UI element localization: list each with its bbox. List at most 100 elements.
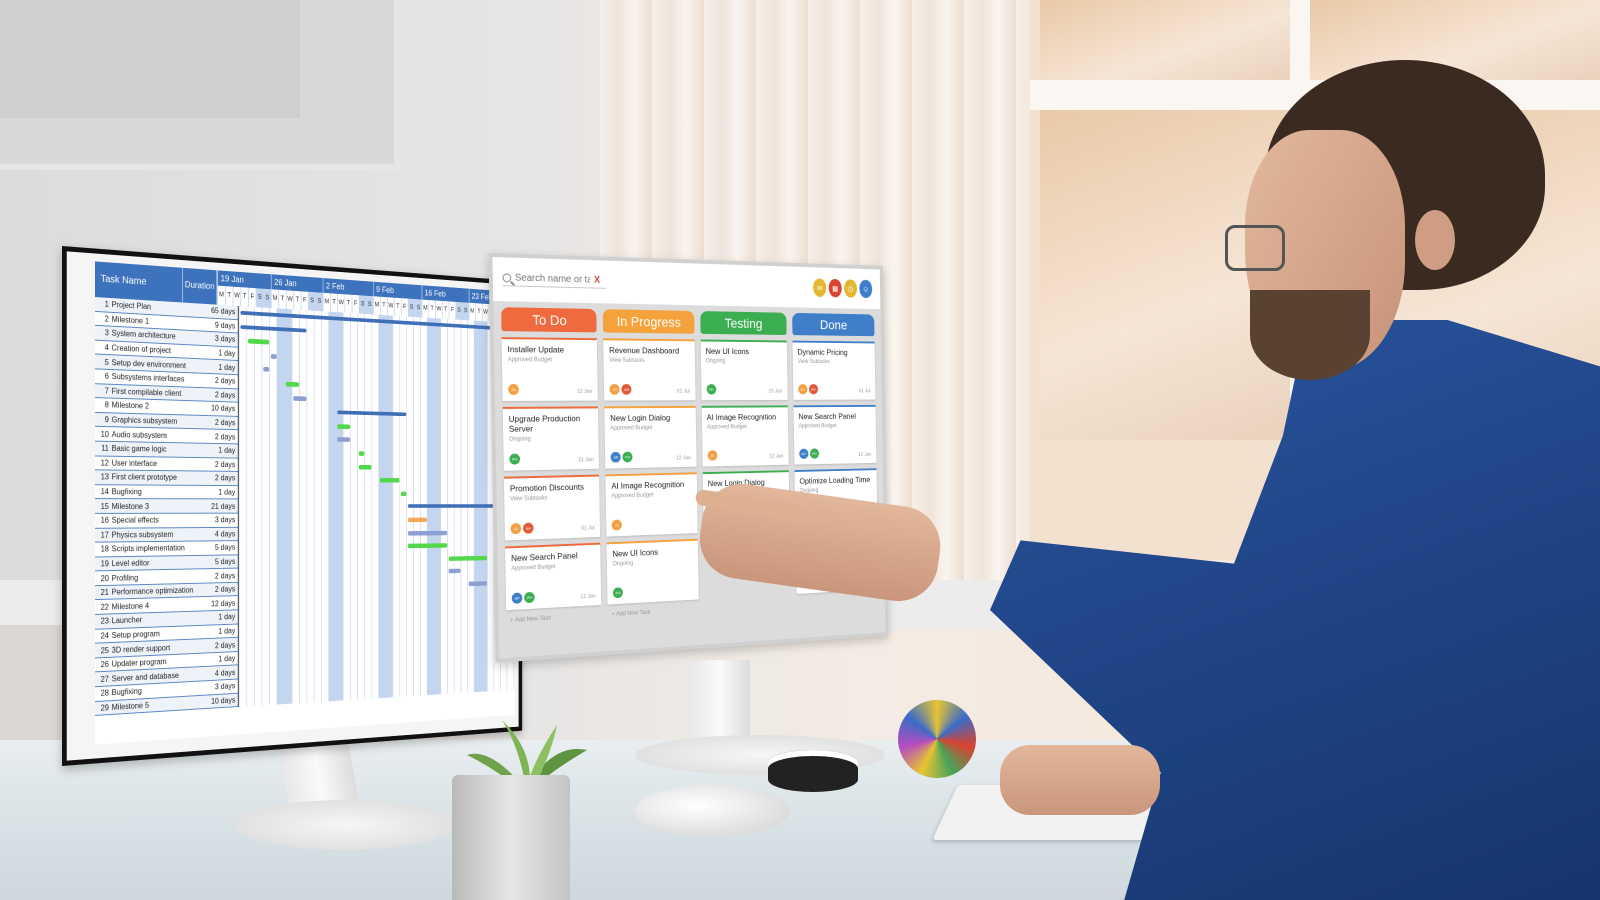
duration-header[interactable]: Duration [183,267,218,305]
avatar[interactable]: PH [622,451,633,463]
card-subtitle[interactable]: Approved Budget [508,357,592,363]
card-subtitle[interactable]: Ongoing [706,359,782,365]
gantt-bar-green[interactable] [448,555,487,561]
task-card[interactable]: New Search Panel Approved Budget AP PH 12 Ja… [505,542,602,611]
task-card[interactable]: New UI Icons Ongoing PH [606,538,699,605]
day-label: M [322,292,330,312]
card-title: New UI Icons [612,547,659,559]
gantt-bar-blue[interactable] [407,530,448,536]
card-assignees: JD AH [797,384,818,395]
gantt-chart: Task Name Duration 19 Jan 26 Jan 2 Feb 9 Fe… [94,261,515,745]
gantt-bar-green[interactable] [248,338,270,345]
card-subtitle[interactable]: Approved Budget [799,423,871,429]
card-subtitle[interactable]: Approved Budget [707,424,783,430]
chat-icon[interactable]: ✉ [813,278,827,298]
search-input[interactable] [514,272,591,286]
avatar[interactable]: PH [613,587,624,599]
avatar[interactable]: PH [706,384,716,395]
task-name: Graphics subsystem [111,415,178,426]
avatar[interactable]: PH [524,591,535,604]
gantt-bar-blue[interactable] [263,367,270,373]
gantt-bar-blue[interactable] [448,568,461,574]
task-list: 1 Project Plan 65 days 2 Milestone 19 days 3 S… [94,297,238,717]
gantt-bar-blue[interactable] [337,437,351,443]
gantt-bar-blue[interactable] [468,581,487,587]
calendar-icon[interactable]: ▦ [828,278,842,298]
avatar[interactable]: JD [797,384,808,395]
column-header-done[interactable]: Done [791,312,875,337]
task-row[interactable]: 12 User interface 2 days [94,456,238,472]
avatar[interactable]: JD [508,383,519,395]
gantt-bar-blue[interactable] [270,353,277,359]
task-card[interactable]: AI Image Recognition Approved Budget JD [605,472,698,537]
day-label: T [293,290,301,310]
avatar[interactable]: PH [809,448,819,459]
task-number: 7 [104,386,109,396]
avatar[interactable]: JD [611,519,623,531]
gantt-bar-summary[interactable] [407,504,501,509]
avatar[interactable]: AH [522,522,534,534]
day-label: T [441,300,449,320]
day-label: M [372,296,380,315]
clock-icon[interactable]: ◷ [843,279,858,298]
task-row[interactable]: 14 Bugfixing 1 day [94,484,238,500]
task-card[interactable]: Installer Update Approved Budget JD 12 Jan [501,337,599,401]
gantt-bar-green[interactable] [285,381,300,387]
task-name: Milestone 4 [111,601,150,612]
avatar[interactable]: AP [610,451,621,463]
task-row[interactable]: 15 Milestone 3 21 days [94,499,238,514]
gantt-bar-green[interactable] [379,478,400,483]
gantt-bar-orange[interactable] [407,517,427,523]
task-card[interactable]: New Search Panel Approved Budget AP PH 12 Ja… [793,404,877,465]
task-card[interactable]: Dynamic Pricing View Subtasks JD AH 01 Jul [792,340,876,400]
avatar[interactable]: AP [799,448,809,459]
gantt-bar-green[interactable] [337,424,351,429]
task-number: 23 [100,616,109,626]
task-duration: 10 days [211,404,236,414]
task-card[interactable]: New UI Icons Ongoing PH 15 Jan [700,339,788,401]
avatar[interactable]: JD [707,450,717,461]
card-subtitle[interactable]: Ongoing [613,558,693,568]
task-row[interactable]: 16 Special effects 3 days [94,513,238,529]
task-duration: 2 days [214,584,236,595]
card-subtitle[interactable]: View Subtasks [798,359,871,365]
card-subtitle[interactable]: View Subtasks [609,358,689,364]
avatar[interactable]: AP [511,592,523,604]
task-card[interactable]: AI Image Recognition Approved Budget JD 12 … [701,405,789,467]
clear-search-icon[interactable]: X [594,275,600,286]
column-header-todo[interactable]: To Do [501,307,597,333]
card-title: Revenue Dashboard [609,345,680,356]
avatar[interactable]: JD [609,384,620,395]
task-name-header[interactable]: Task Name [94,261,184,303]
task-name: Milestone 3 [111,501,150,511]
card-title: Upgrade Production Server [508,413,581,434]
task-card[interactable]: Revenue Dashboard View Subtasks JD AH 01 Jul [603,338,696,401]
column-header-in_progress[interactable]: In Progress [602,309,695,334]
user-icon[interactable]: ☺ [859,279,873,299]
gantt-bar-green[interactable] [358,451,365,456]
card-subtitle[interactable]: Approved Budget [610,425,690,431]
avatar[interactable]: JD [510,523,522,535]
day-label: T [329,293,338,313]
add-task-link[interactable]: + Add New Task [608,605,699,620]
avatar[interactable]: AH [808,384,818,395]
task-card[interactable]: Promotion Discounts View Subtasks JD AH 01 J… [503,474,601,541]
gantt-bar-green[interactable] [400,491,407,496]
card-subtitle[interactable]: Ongoing [509,436,593,443]
column-header-testing[interactable]: Testing [699,311,787,336]
add-task-link[interactable]: + Add New Task [506,611,601,626]
task-card[interactable]: Upgrade Production Server Ongoing PH 21 Jan [502,406,600,471]
gantt-bar-green[interactable] [358,464,372,470]
card-subtitle[interactable]: View Subtasks [510,494,594,502]
task-row[interactable]: 13 First client prototype 2 days [94,470,238,486]
card-subtitle[interactable]: Approved Budget [611,491,691,500]
avatar[interactable]: PH [509,453,521,465]
gantt-bar-summary[interactable] [240,324,307,333]
avatar[interactable]: AH [621,384,632,395]
task-number: 15 [100,501,109,511]
task-card[interactable]: New Login Dialog Approved Budget AP PH 12 Ja… [604,405,697,469]
gantt-bar-green[interactable] [407,543,448,549]
gantt-bar-blue[interactable] [293,395,307,401]
card-subtitle[interactable]: Approved Budget [511,562,595,572]
gantt-bar-summary[interactable] [337,410,407,417]
